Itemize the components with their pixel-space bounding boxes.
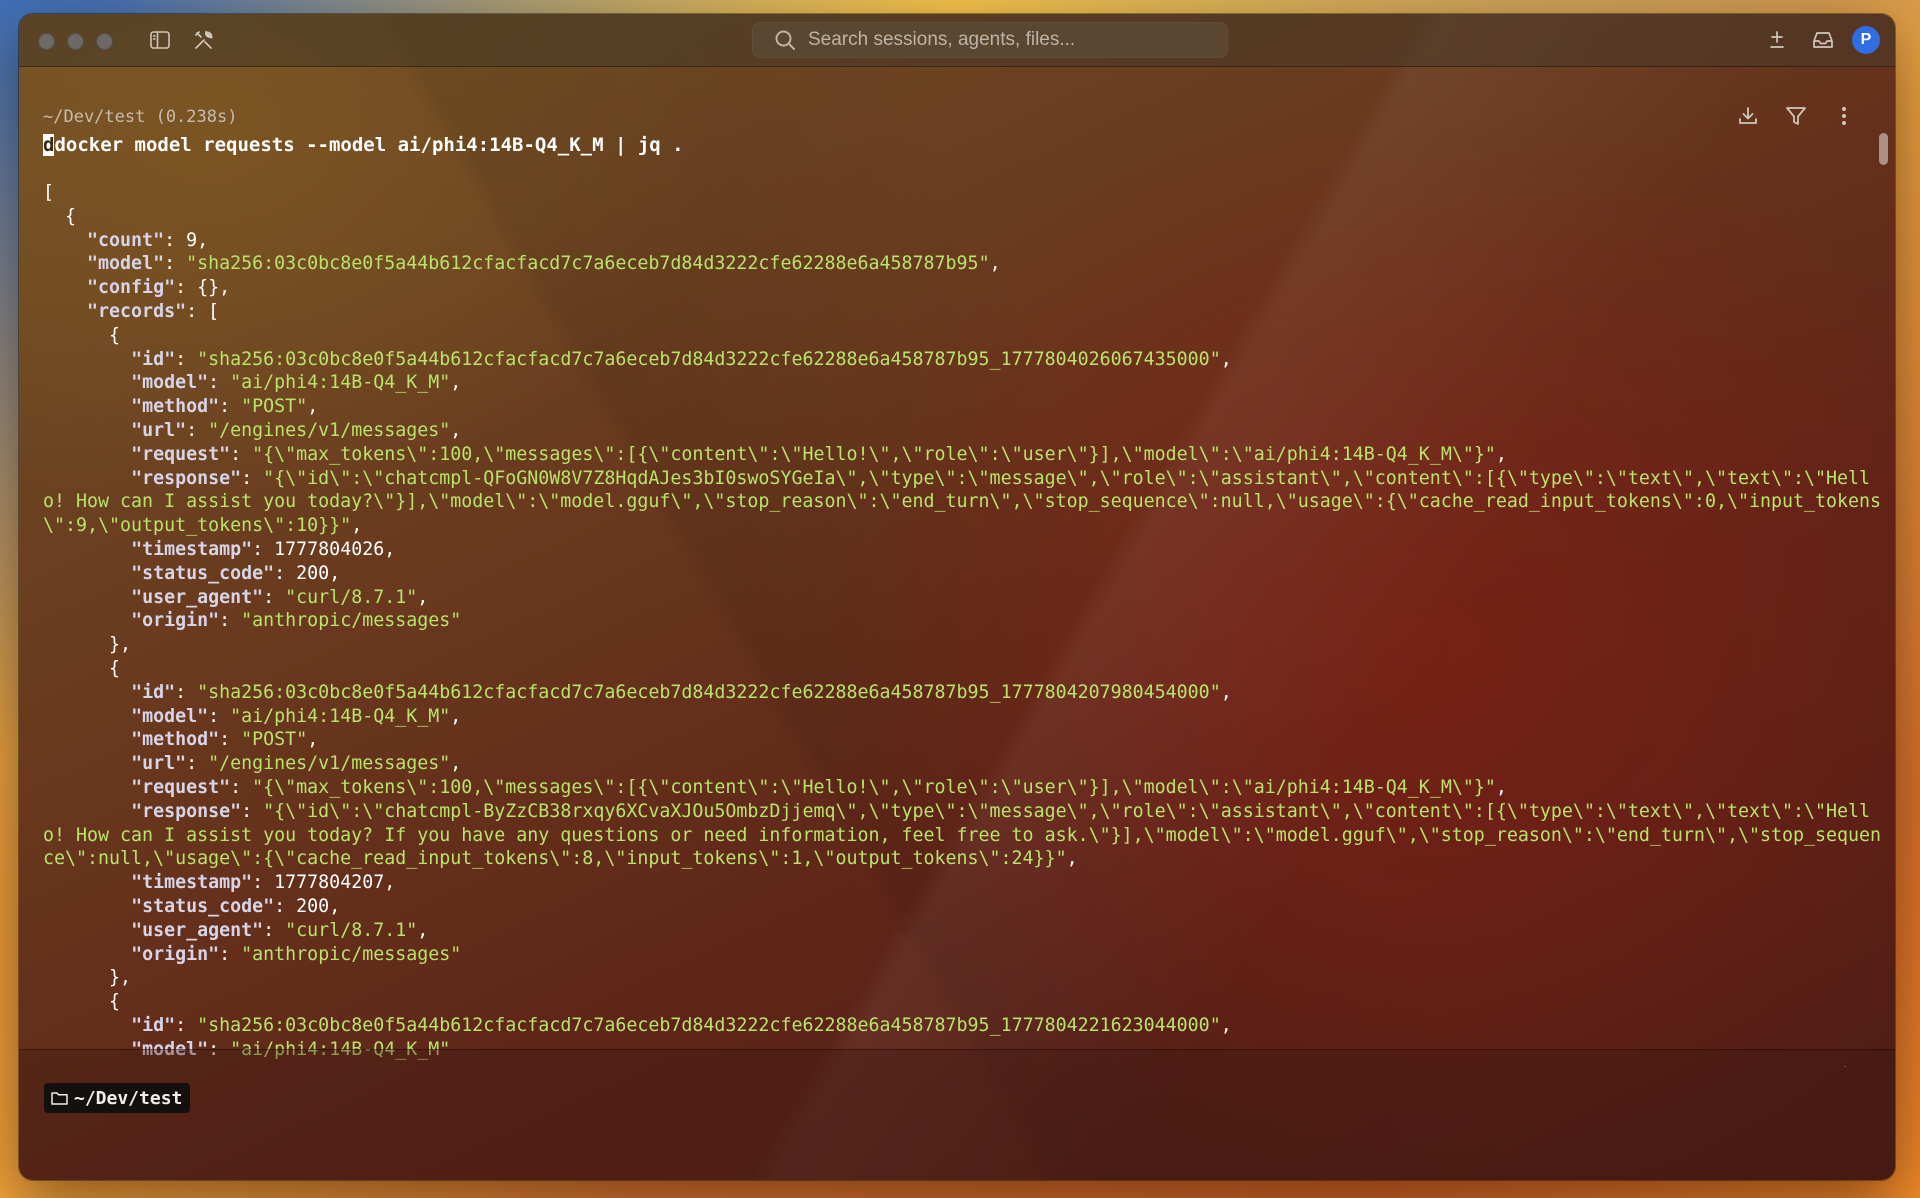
inbox-icon[interactable] xyxy=(1811,28,1835,52)
json-output: [ { "count": 9, "model": "sha256:03c0bc8… xyxy=(43,182,1882,1060)
download-icon[interactable] xyxy=(1735,103,1761,129)
sidebar-icon[interactable] xyxy=(148,28,172,52)
block-actions xyxy=(1735,103,1857,129)
more-vertical-icon[interactable] xyxy=(1831,103,1857,129)
command-text[interactable]: ddocker model requests --model ai/phi4:1… xyxy=(43,133,684,157)
cwd-chip[interactable]: ~/Dev/test xyxy=(44,1083,191,1113)
scrollbar-thumb[interactable] xyxy=(1879,133,1888,165)
search-icon xyxy=(775,30,795,50)
titlebar: Search sessions, agents, files... P xyxy=(19,14,1895,67)
cwd-chip-label: ~/Dev/test xyxy=(74,1087,183,1109)
search-bar[interactable]: Search sessions, agents, files... xyxy=(752,22,1228,58)
search-placeholder: Search sessions, agents, files... xyxy=(808,29,1076,50)
close-window-button[interactable] xyxy=(38,33,55,50)
zoom-window-button[interactable] xyxy=(96,33,113,50)
plus-minus-icon[interactable] xyxy=(1765,28,1789,52)
command-block-header: ~/Dev/test (0.238s) ddocker model reques… xyxy=(43,107,684,157)
json-model: sha256:03c0bc8e0f5a44b612cfacfacd7c7a6ec… xyxy=(197,253,979,275)
tools-icon[interactable] xyxy=(192,28,216,52)
prompt-bar[interactable]: ~/Dev/test xyxy=(19,1049,1895,1180)
filter-icon[interactable] xyxy=(1783,103,1809,129)
json-count: 9 xyxy=(186,229,198,251)
command-rest: docker model requests --model ai/phi4:14… xyxy=(54,134,684,156)
json-config: {} xyxy=(197,277,220,299)
window-controls xyxy=(38,33,113,50)
folder-icon xyxy=(51,1092,68,1105)
terminal-output-area[interactable]: ~/Dev/test (0.238s) ddocker model reques… xyxy=(19,67,1895,1067)
minimize-window-button[interactable] xyxy=(67,33,84,50)
avatar[interactable]: P xyxy=(1852,26,1880,54)
terminal-window: Search sessions, agents, files... P ~/De… xyxy=(19,14,1895,1180)
block-cwd-timing: ~/Dev/test (0.238s) xyxy=(43,107,238,127)
cursor: d xyxy=(43,134,55,156)
